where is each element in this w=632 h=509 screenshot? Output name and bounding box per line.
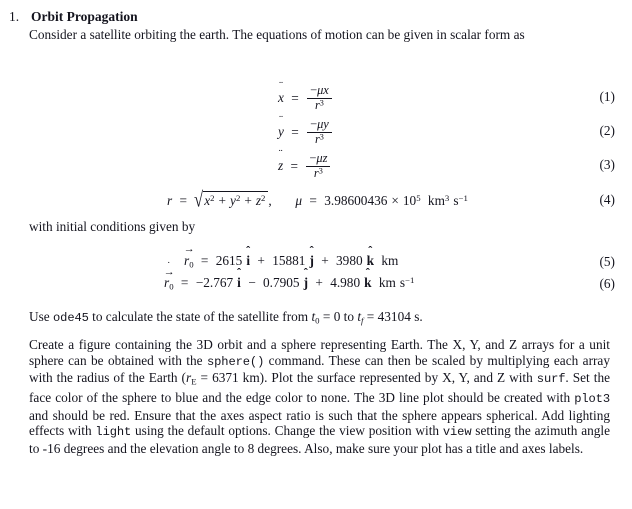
eq5-op-3: +	[321, 253, 329, 268]
equation-1-body: ¨ x = −μx r3	[278, 79, 333, 113]
eq5-op-2: +	[257, 253, 265, 268]
eq1-denominator: r3	[314, 98, 324, 113]
k-hat-icon: ˆk	[364, 265, 372, 290]
y-ddot-symbol: ¨ y	[278, 113, 284, 140]
eq4-mu-base: 10	[402, 193, 417, 208]
eq3-relation: =	[290, 158, 299, 174]
eq6-term-3: 4.980 ˆ k	[330, 265, 372, 290]
equation-2-body: ¨ y = −μy r3	[278, 113, 333, 147]
eq1-fraction: −μx r3	[307, 83, 332, 113]
eq4-mu-relation: =	[309, 193, 317, 208]
page-title: Orbit Propagation	[31, 9, 138, 24]
eq4-mu-mantissa: 3.98600436	[324, 193, 388, 208]
code-plot3: plot3	[574, 392, 610, 407]
eq4-unit-km: km	[427, 193, 445, 208]
code-surf: surf	[536, 372, 566, 387]
eq6-op-3: +	[315, 275, 323, 290]
r0-vector-symbol: → r0	[183, 243, 195, 270]
with-initial-conditions-paragraph: with initial conditions given by	[29, 219, 610, 235]
eq3-denominator: r3	[313, 166, 323, 181]
with-initial-text: with initial conditions given by	[29, 219, 196, 234]
equation-4-tag: (4)	[599, 192, 615, 207]
code-ode45: ode45	[53, 311, 89, 325]
eq5-term-1: 2615 ˆ i	[215, 243, 251, 268]
rE-symbol: rE	[186, 370, 197, 387]
eq2-numerator: −μy	[310, 117, 329, 131]
equation-6-tag: (6)	[599, 276, 615, 291]
create-figure-paragraph: Create a figure containing the 3D orbit …	[29, 337, 610, 457]
equation-5-tag: (5)	[599, 254, 615, 269]
eq4-mu-symbol: μ	[295, 193, 303, 208]
eq6-relation: =	[180, 275, 189, 290]
use-seg1: Use	[29, 309, 54, 324]
eq2-relation: =	[291, 124, 299, 140]
eq5-relation: =	[200, 253, 209, 268]
eq4-times: ×	[391, 193, 399, 208]
create-seg3: = 6371 km). Plot the surface represented…	[196, 370, 537, 386]
problem-number: 1.	[9, 9, 20, 24]
create-seg6: using the default options. Change the vi…	[131, 423, 443, 439]
eq3-numerator: −μz	[309, 151, 328, 165]
equation-3-tag: (3)	[599, 157, 615, 172]
eq2-fraction: −μy r3	[307, 117, 332, 147]
equation-1-tag: (1)	[599, 89, 615, 104]
eq4-relation: =	[179, 193, 188, 208]
intro-text: Consider a satellite orbiting the earth.…	[29, 27, 525, 42]
j-hat-icon: ˆj	[303, 265, 309, 290]
code-view: view	[442, 425, 472, 440]
eq1-numerator: −μx	[310, 83, 329, 97]
eq6-term-1: −2.767 ˆ i	[195, 265, 242, 290]
use-seg4: = 43104 s.	[363, 309, 423, 324]
eq4-radicand: x2 + y2 + z2	[203, 191, 269, 209]
eq4-r-var: r	[167, 193, 173, 208]
i-hat-icon: ˆi	[246, 243, 251, 268]
equation-3-body: ¨ z = −μz r3	[278, 147, 331, 181]
eq2-denominator: r3	[314, 132, 324, 147]
equation-2-tag: (2)	[599, 123, 615, 138]
eq6-units-km: km	[378, 275, 396, 290]
code-sphere: sphere()	[206, 354, 265, 369]
eq1-relation: =	[291, 90, 299, 106]
eq6-term-2: 0.7905 ˆ j	[263, 265, 309, 290]
equation-6-body: ˙ → r0 = −2.767 ˆ i − 0.7905 ˆ j + 4.980 ˆ k km s…	[163, 261, 415, 292]
eq4-comma: ,	[268, 193, 272, 208]
eq3-fraction: −μz r3	[306, 151, 331, 181]
intro-paragraph: Consider a satellite orbiting the earth.…	[29, 27, 610, 43]
document-page: 1. Orbit Propagation Consider a satellit…	[0, 0, 632, 509]
z-ddot-symbol: ¨ z	[278, 147, 284, 174]
equation-4-body: r = √x2 + y2 + z2, μ = 3.98600436 × 105 km3 s−1	[167, 187, 468, 212]
eq6-op-2: −	[248, 275, 256, 290]
radical-icon: √	[194, 187, 204, 212]
use-seg2: to calculate the state of the satellite …	[88, 309, 312, 324]
i-hat-icon: ˆi	[236, 265, 242, 290]
t0-symbol: t0	[311, 309, 320, 326]
use-ode45-paragraph: Use ode45 to calculate the state of the …	[29, 309, 610, 329]
eq4-mu-exp: 5	[416, 193, 421, 204]
eq5-units: km	[381, 253, 399, 268]
use-seg3: = 0 to	[319, 309, 358, 324]
r0-dot-vector-symbol: ˙ → r0	[163, 261, 175, 292]
x-ddot-symbol: ¨ x	[278, 79, 284, 106]
code-light: light	[95, 425, 132, 440]
j-hat-icon: ˆj	[309, 243, 314, 268]
eq4-square-root: √x2 + y2 + z2	[194, 187, 269, 212]
